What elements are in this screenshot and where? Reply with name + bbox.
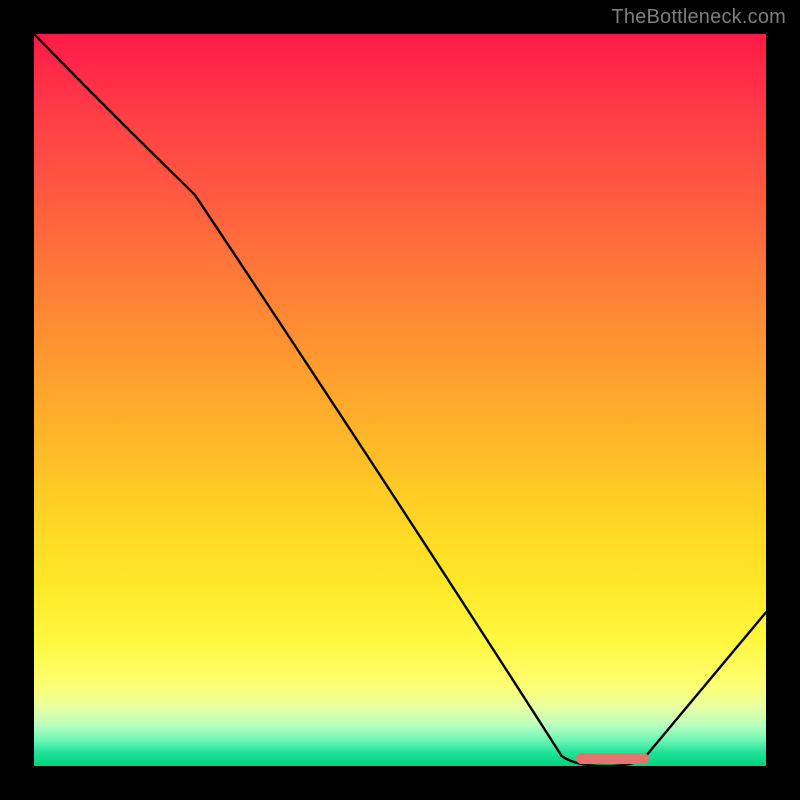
target-marker	[576, 753, 649, 764]
bottleneck-curve	[34, 34, 766, 766]
chart-frame: TheBottleneck.com	[0, 0, 800, 800]
plot-area	[34, 34, 766, 766]
attribution-text: TheBottleneck.com	[611, 6, 786, 29]
